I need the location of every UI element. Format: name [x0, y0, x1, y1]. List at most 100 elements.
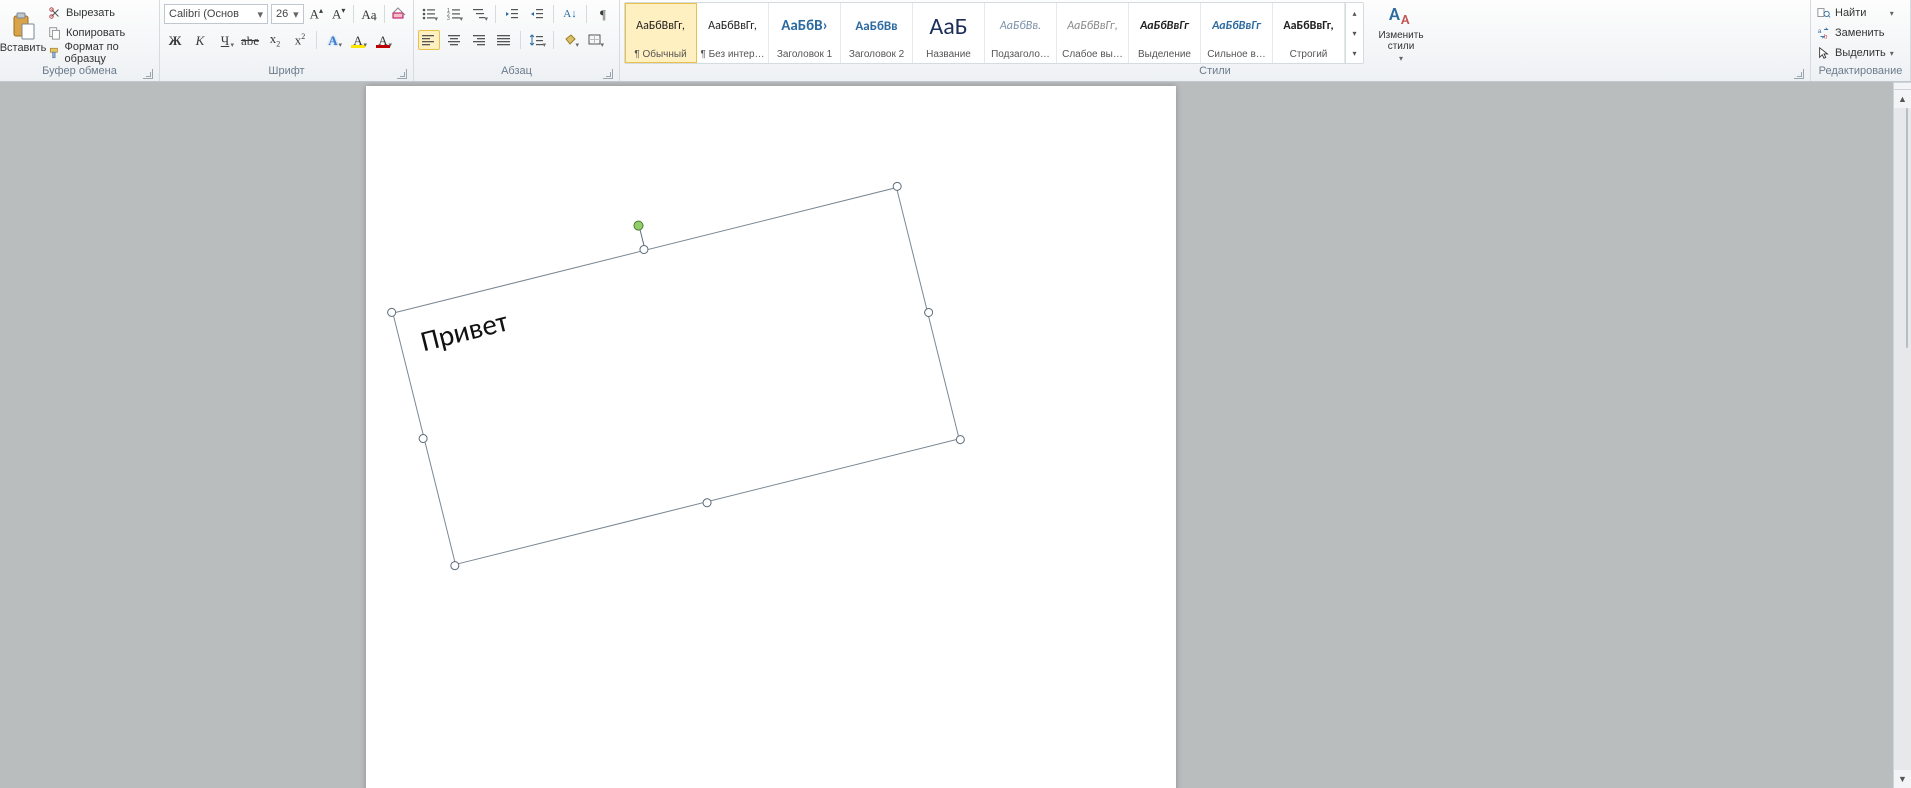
- dialog-launcher-icon[interactable]: [603, 69, 613, 79]
- svg-text:a: a: [1818, 28, 1822, 35]
- paste-button[interactable]: Вставить: [4, 2, 42, 64]
- style-preview: АаБ: [929, 5, 967, 47]
- align-right-button[interactable]: [468, 30, 490, 50]
- styles-gallery[interactable]: АаБбВвГг,¶ ОбычныйАаБбВвГг,¶ Без интер…А…: [624, 2, 1364, 64]
- group-clipboard: Вставить Вырезать Копировать Формат по о…: [0, 0, 160, 81]
- textbox-text: Привет: [417, 303, 511, 359]
- font-size-combo[interactable]: 26▾: [271, 4, 304, 24]
- ribbon: Вставить Вырезать Копировать Формат по о…: [0, 0, 1911, 82]
- align-left-button[interactable]: [418, 30, 440, 50]
- style-card[interactable]: АаБбВв.Подзаголо…: [985, 3, 1057, 63]
- increase-indent-button[interactable]: [526, 4, 548, 24]
- replace-button[interactable]: ab Заменить: [1815, 24, 1896, 42]
- scroll-down-button[interactable]: ▼: [1894, 770, 1911, 788]
- find-button[interactable]: Найти▾: [1815, 4, 1896, 22]
- shrink-font-button[interactable]: A▾: [329, 4, 348, 24]
- group-font: Calibri (Основ▾ 26▾ A▴ A▾ Aa▾ Ж: [160, 0, 414, 81]
- pilcrow-button[interactable]: ¶: [592, 4, 614, 24]
- style-preview: АаБбВв: [855, 5, 897, 47]
- format-label: Формат по образцу: [65, 41, 153, 65]
- dialog-launcher-icon[interactable]: [143, 69, 153, 79]
- style-preview: АаБбВ›: [781, 5, 827, 47]
- font-size-value: 26: [276, 8, 288, 20]
- format-painter-button[interactable]: Формат по образцу: [46, 44, 155, 62]
- change-case-button[interactable]: Aa▾: [359, 4, 378, 24]
- style-card[interactable]: АаБбВвГг,Строгий: [1273, 3, 1345, 63]
- style-preview: АаБбВвГг,: [708, 5, 757, 47]
- styles-more-button[interactable]: ▴▾▾: [1345, 3, 1363, 63]
- borders-button[interactable]: ▾: [584, 30, 606, 50]
- cut-label: Вырезать: [66, 7, 115, 19]
- eraser-icon: [391, 7, 407, 21]
- underline-button[interactable]: Ч▾: [214, 30, 236, 50]
- style-card[interactable]: АаБбВвГгСильное в…: [1201, 3, 1273, 63]
- shading-button[interactable]: ▾: [559, 30, 581, 50]
- superscript-button[interactable]: x2: [289, 30, 311, 50]
- font-color-button[interactable]: A▾: [372, 30, 394, 50]
- style-preview: АаБбВвГг,: [636, 5, 685, 47]
- style-card[interactable]: АаБбВвГг,¶ Без интер…: [697, 3, 769, 63]
- clear-formatting-button[interactable]: [390, 4, 409, 24]
- textbox-selection[interactable]: Привет: [392, 187, 959, 565]
- paste-icon: [11, 12, 35, 40]
- find-icon: [1817, 6, 1831, 20]
- change-styles-icon: AA: [1387, 4, 1415, 28]
- numbering-button[interactable]: 123▾: [443, 4, 465, 24]
- dialog-launcher-icon[interactable]: [397, 69, 407, 79]
- copy-icon: [48, 26, 62, 40]
- multilevel-button[interactable]: ▾: [468, 4, 490, 24]
- brush-icon: [48, 46, 61, 60]
- textbox[interactable]: Привет: [392, 187, 959, 565]
- subscript-button[interactable]: x2: [264, 30, 286, 50]
- highlight-button[interactable]: A▾: [347, 30, 369, 50]
- italic-button[interactable]: К: [189, 30, 211, 50]
- justify-icon: [497, 34, 511, 46]
- cursor-icon: [1817, 46, 1831, 60]
- vertical-scrollbar[interactable]: ▲ ▼: [1893, 82, 1911, 788]
- copy-label: Копировать: [66, 27, 125, 39]
- style-card[interactable]: АаБНазвание: [913, 3, 985, 63]
- bold-button[interactable]: Ж: [164, 30, 186, 50]
- split-handle[interactable]: [1894, 82, 1911, 90]
- select-button[interactable]: Выделить▾: [1815, 44, 1896, 62]
- style-card[interactable]: АаБбВвЗаголовок 2: [841, 3, 913, 63]
- text-effects-button[interactable]: A▾: [322, 30, 344, 50]
- svg-text:3: 3: [447, 16, 450, 20]
- style-label: Заголовок 2: [849, 47, 904, 61]
- outdent-icon: [505, 8, 519, 20]
- style-label: Название: [926, 47, 971, 61]
- style-card[interactable]: АаБбВвГгВыделение: [1129, 3, 1201, 63]
- change-styles-button[interactable]: AA Изменить стили ▾: [1370, 2, 1432, 64]
- cut-button[interactable]: Вырезать: [46, 4, 155, 22]
- decrease-indent-button[interactable]: [501, 4, 523, 24]
- style-preview: АаБбВвГг,: [1067, 5, 1117, 47]
- sort-button[interactable]: A↓: [559, 4, 581, 24]
- grow-font-button[interactable]: A▴: [307, 4, 326, 24]
- rotation-stem: [639, 228, 644, 246]
- page[interactable]: Привет: [366, 86, 1176, 788]
- dialog-launcher-icon[interactable]: [1794, 69, 1804, 79]
- style-label: ¶ Обычный: [634, 47, 686, 61]
- scroll-thumb[interactable]: [1906, 108, 1908, 348]
- style-preview: АаБбВв.: [1000, 5, 1041, 47]
- strike-button[interactable]: abe: [239, 30, 261, 50]
- style-card[interactable]: АаБбВвГг,¶ Обычный: [625, 3, 697, 63]
- resize-handle-se[interactable]: [955, 434, 966, 445]
- align-right-icon: [472, 34, 486, 46]
- group-caption-clipboard: Буфер обмена: [4, 65, 155, 81]
- style-card[interactable]: АаБбВвГг,Слабое вы…: [1057, 3, 1129, 63]
- style-label: Слабое вы…: [1062, 47, 1123, 61]
- bullets-button[interactable]: ▾: [418, 4, 440, 24]
- align-left-icon: [422, 34, 436, 46]
- align-center-button[interactable]: [443, 30, 465, 50]
- justify-button[interactable]: [493, 30, 515, 50]
- font-name-combo[interactable]: Calibri (Основ▾: [164, 4, 268, 24]
- find-label: Найти: [1835, 7, 1866, 19]
- line-spacing-button[interactable]: ▾: [526, 30, 548, 50]
- copy-button[interactable]: Копировать: [46, 24, 155, 42]
- rotation-handle[interactable]: [632, 220, 644, 232]
- document-area: Привет ▲ ▼: [0, 82, 1911, 788]
- scroll-up-button[interactable]: ▲: [1894, 90, 1911, 108]
- group-paragraph: ▾ 123▾ ▾ A↓ ¶ ▾: [414, 0, 620, 81]
- style-card[interactable]: АаБбВ›Заголовок 1: [769, 3, 841, 63]
